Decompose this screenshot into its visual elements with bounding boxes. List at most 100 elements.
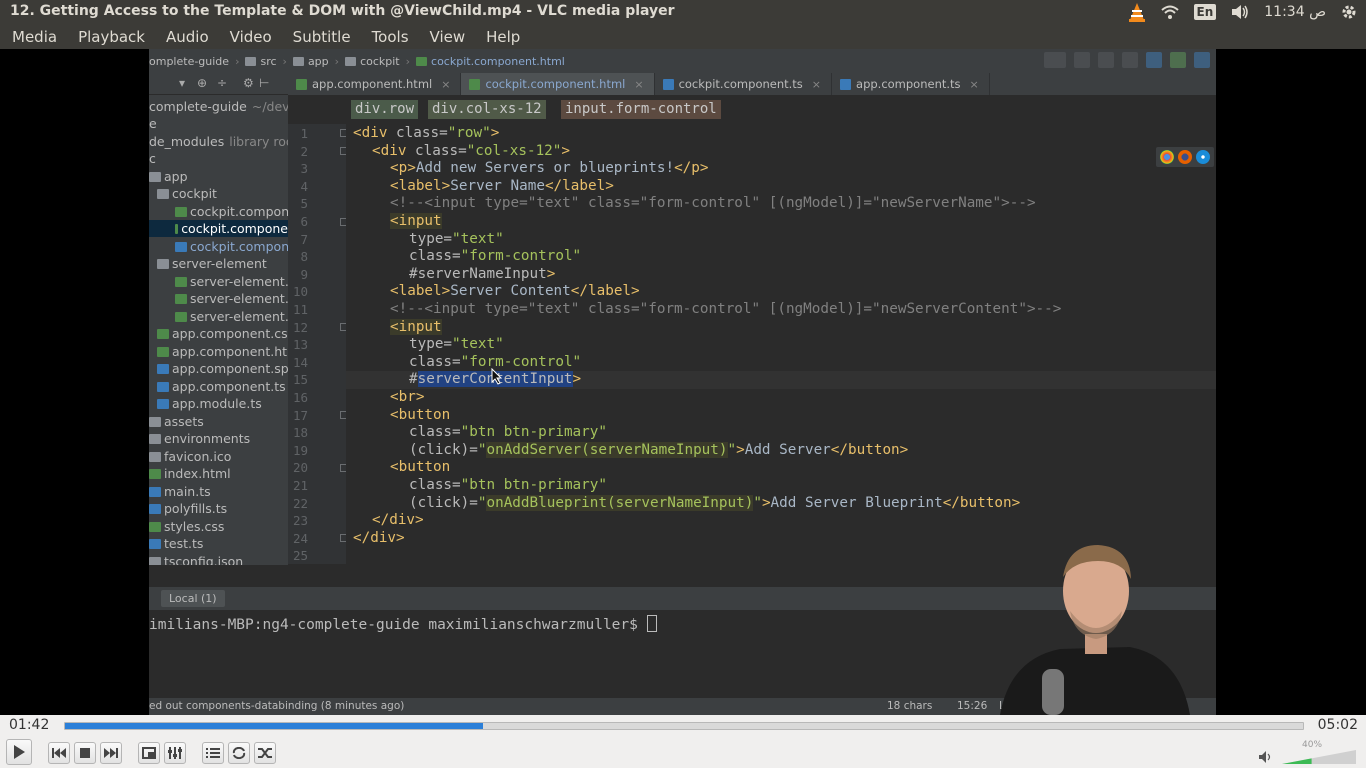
tree-item-file[interactable]: app.module.ts xyxy=(157,395,262,412)
menu-help[interactable]: Help xyxy=(474,28,529,46)
tree-item-app[interactable]: app xyxy=(149,168,188,185)
firefox-icon[interactable] xyxy=(1178,150,1192,164)
breadcrumb-div-row[interactable]: div.row xyxy=(351,100,419,119)
gear-icon[interactable] xyxy=(1340,3,1358,21)
fullscreen-button[interactable] xyxy=(138,742,160,764)
target-icon[interactable]: ⊕ xyxy=(197,76,207,90)
coverage-icon[interactable] xyxy=(1122,52,1138,68)
next-button[interactable] xyxy=(100,742,122,764)
tree-item[interactable]: c xyxy=(149,150,156,167)
code-line: <!--<input type="text" class="form-contr… xyxy=(390,195,1036,213)
tree-item-file[interactable]: app.component.spe xyxy=(157,360,288,377)
keyboard-language-indicator[interactable]: En xyxy=(1193,4,1217,20)
tree-item-file[interactable]: favicon.ico xyxy=(149,448,231,465)
menu-tools[interactable]: Tools xyxy=(360,28,418,46)
tree-item-file[interactable]: tsconfig.json xyxy=(149,553,243,565)
extended-settings-button[interactable] xyxy=(164,742,186,764)
close-icon[interactable]: × xyxy=(970,78,979,91)
vcs-commit-icon[interactable] xyxy=(1170,52,1186,68)
close-icon[interactable]: × xyxy=(812,78,821,91)
tree-item-file[interactable]: cockpit.compone xyxy=(175,203,288,220)
chevron-down-icon[interactable]: ▾ xyxy=(179,76,185,90)
seek-bar[interactable] xyxy=(64,722,1304,730)
code-token: > xyxy=(490,125,500,141)
tree-item-node-modules[interactable]: de_modules library root xyxy=(149,133,288,150)
status-message[interactable]: ed out components-databinding (8 minutes… xyxy=(149,700,404,712)
playlist-button[interactable] xyxy=(202,742,224,764)
status-char-count: 18 chars xyxy=(887,700,933,712)
run-icon[interactable] xyxy=(1074,52,1090,68)
tree-item-file[interactable]: server-element.c xyxy=(175,273,288,290)
tree-item-file[interactable]: polyfills.ts xyxy=(149,500,227,517)
collapse-icon[interactable]: ÷ xyxy=(217,76,227,90)
close-icon[interactable]: × xyxy=(441,78,450,91)
tab-app-component-html[interactable]: app.component.html × xyxy=(288,73,462,95)
html-file-icon xyxy=(416,56,428,66)
status-cursor-position[interactable]: 15:26 xyxy=(957,700,987,712)
play-button[interactable] xyxy=(6,739,32,765)
speaker-icon[interactable] xyxy=(1258,750,1272,764)
nav-crumb-app[interactable]: app xyxy=(292,55,329,68)
nav-crumb-project[interactable]: omplete-guide xyxy=(149,55,229,68)
tab-app-component-ts[interactable]: app.component.ts × xyxy=(832,73,990,95)
tree-item-server-element[interactable]: server-element xyxy=(157,255,267,272)
menu-media[interactable]: Media xyxy=(0,28,66,46)
tab-cockpit-component-ts[interactable]: cockpit.component.ts × xyxy=(655,73,833,95)
menu-subtitle[interactable]: Subtitle xyxy=(281,28,360,46)
nav-crumb-cockpit[interactable]: cockpit xyxy=(345,55,400,68)
volume-icon[interactable] xyxy=(1230,4,1250,20)
debug-icon[interactable] xyxy=(1098,52,1114,68)
tree-item-file[interactable]: styles.css xyxy=(149,518,224,535)
tree-item-file[interactable]: server-element.c xyxy=(175,290,288,307)
settings-gear-icon[interactable]: ⚙ xyxy=(243,76,254,90)
tree-item-environments[interactable]: environments xyxy=(149,430,250,447)
tree-item-root[interactable]: complete-guide ~/deve xyxy=(149,98,288,115)
html-file-icon xyxy=(175,293,187,304)
vlc-cone-icon[interactable] xyxy=(1128,2,1146,22)
elapsed-time[interactable]: 01:42 xyxy=(9,717,49,733)
volume-control[interactable]: 40% xyxy=(1258,740,1358,766)
tree-item-file[interactable]: server-element.c xyxy=(175,308,288,325)
tree-item-file[interactable]: cockpit.component.ts xyxy=(175,238,288,255)
code-token: <p> xyxy=(390,160,416,177)
breadcrumb-div-col[interactable]: div.col-xs-12 xyxy=(428,100,546,119)
loop-button[interactable] xyxy=(228,742,250,764)
volume-slider[interactable] xyxy=(1282,750,1356,764)
tree-item-file[interactable]: test.ts xyxy=(149,535,203,552)
shuffle-button[interactable] xyxy=(254,742,276,764)
stop-button[interactable] xyxy=(74,742,96,764)
settings-icon[interactable] xyxy=(1194,52,1210,68)
wifi-icon[interactable] xyxy=(1160,4,1180,20)
total-time[interactable]: 05:02 xyxy=(1318,717,1358,733)
close-icon[interactable]: × xyxy=(634,78,643,91)
video-area[interactable]: omplete-guide › src › app › cockpit › co… xyxy=(0,49,1366,715)
terminal-tab-local[interactable]: Local (1) xyxy=(161,590,225,607)
menu-view[interactable]: View xyxy=(418,28,475,46)
menu-video[interactable]: Video xyxy=(218,28,281,46)
title-bar: 12. Getting Access to the Template & DOM… xyxy=(0,0,1366,24)
tree-item-file[interactable]: main.ts xyxy=(149,483,211,500)
tree-item-file[interactable]: app.component.css xyxy=(157,325,288,342)
safari-icon[interactable] xyxy=(1196,150,1210,164)
clock[interactable]: 11:34 ص xyxy=(1264,4,1326,20)
tree-item[interactable]: e xyxy=(149,115,157,132)
tree-item-file[interactable]: app.component.htm xyxy=(157,343,288,360)
folder-icon xyxy=(157,188,169,199)
tree-item-assets[interactable]: assets xyxy=(149,413,204,430)
menu-playback[interactable]: Playback xyxy=(66,28,154,46)
breadcrumb-input[interactable]: input.form-control xyxy=(561,100,721,119)
tree-item-selected[interactable]: cockpit.compone xyxy=(149,220,288,237)
code-editor[interactable]: <div class="row"> <div class="col-xs-12"… xyxy=(346,124,1216,564)
nav-crumb-file[interactable]: cockpit.component.html xyxy=(416,55,565,68)
menu-audio[interactable]: Audio xyxy=(154,28,218,46)
previous-button[interactable] xyxy=(48,742,70,764)
tree-item-cockpit[interactable]: cockpit xyxy=(157,185,217,202)
run-config-dropdown[interactable] xyxy=(1044,52,1066,68)
nav-crumb-src[interactable]: src xyxy=(245,55,277,68)
tree-item-file[interactable]: app.component.ts xyxy=(157,378,286,395)
chrome-icon[interactable] xyxy=(1160,150,1174,164)
vcs-update-icon[interactable] xyxy=(1146,52,1162,68)
tree-item-file[interactable]: index.html xyxy=(149,465,231,482)
tab-cockpit-component-html[interactable]: cockpit.component.html × xyxy=(461,73,655,95)
hide-panel-icon[interactable]: ⊢ xyxy=(259,76,269,90)
